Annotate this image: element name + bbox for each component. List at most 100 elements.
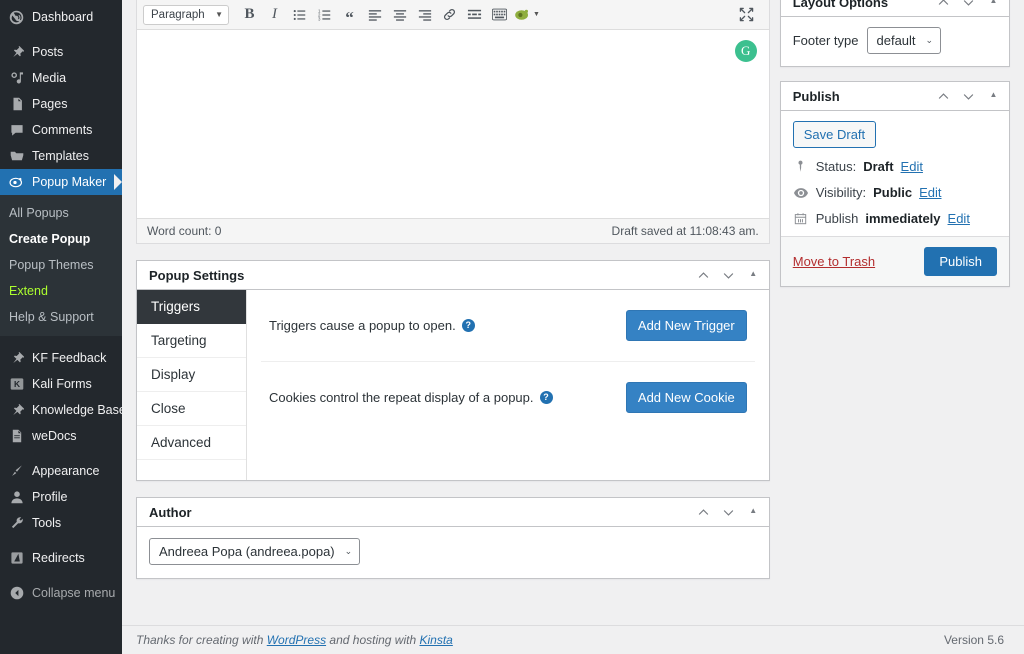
align-center-button[interactable]	[387, 4, 412, 26]
toolbar-toggle-button[interactable]	[487, 4, 512, 26]
move-up-icon[interactable]	[692, 264, 715, 287]
wrench-icon	[9, 516, 24, 531]
bold-button[interactable]: B	[237, 4, 262, 26]
tab-close[interactable]: Close	[137, 392, 246, 426]
submenu-item-create-popup[interactable]: Create Popup	[0, 226, 122, 252]
bulleted-list-button[interactable]	[287, 4, 312, 26]
tab-targeting[interactable]: Targeting	[137, 324, 246, 358]
sidebar-item-label: Kali Forms	[32, 377, 92, 391]
popup-settings-tab-panel: Triggers cause a popup to open. ? Add Ne…	[247, 290, 769, 480]
sidebar-item-popup-maker[interactable]: Popup Maker	[0, 169, 122, 195]
move-up-icon[interactable]	[692, 501, 715, 524]
sidebar-item-label: Dashboard	[32, 10, 94, 24]
blockquote-button[interactable]: “	[337, 4, 362, 26]
move-down-icon[interactable]	[717, 501, 740, 524]
submenu-item-popup-themes[interactable]: Popup Themes	[0, 252, 122, 278]
pin-icon	[9, 45, 24, 60]
editor-status-bar: Word count: 0 Draft saved at 11:08:43 am…	[137, 218, 769, 243]
submenu-item-all-popups[interactable]: All Popups	[0, 200, 122, 226]
folder-icon	[9, 149, 24, 164]
insert-link-button[interactable]	[437, 4, 462, 26]
move-down-icon[interactable]	[957, 0, 980, 14]
sidebar-item-redirects[interactable]: Redirects	[0, 545, 122, 571]
chevron-down-icon: ⌄	[344, 546, 353, 556]
panel-title: Popup Settings	[149, 267, 245, 283]
format-select-value: Paragraph	[151, 8, 205, 21]
panel-title: Author	[149, 504, 192, 520]
toggle-panel-icon[interactable]: ▲	[982, 0, 1005, 14]
sidebar-item-comments[interactable]: Comments	[0, 117, 122, 143]
visibility-edit-link[interactable]: Edit	[919, 185, 941, 200]
schedule-label: Publish	[815, 211, 859, 226]
toggle-panel-icon[interactable]: ▲	[742, 501, 765, 524]
kinsta-link[interactable]: Kinsta	[419, 633, 452, 647]
help-icon[interactable]: ?	[539, 391, 553, 404]
status-value: Draft	[863, 159, 894, 174]
panel-handle-actions: ▲	[932, 85, 1005, 108]
sidebar-item-pages[interactable]: Pages	[0, 91, 122, 117]
submenu-item-extend[interactable]: Extend	[0, 278, 122, 304]
help-icon[interactable]: ?	[461, 319, 475, 332]
status-edit-link[interactable]: Edit	[901, 159, 923, 174]
footer-type-label: Footer type	[792, 33, 859, 48]
editor-content-area[interactable]: G	[137, 30, 769, 218]
sidebar-item-label: Pages	[32, 97, 68, 111]
popup-maker-shortcode-button[interactable]: ▼	[512, 4, 542, 26]
sidebar-item-media[interactable]: Media	[0, 65, 122, 91]
author-select[interactable]: Andreea Popa (andreea.popa) ⌄	[149, 538, 361, 565]
brush-icon	[9, 464, 24, 479]
fullscreen-button[interactable]	[734, 4, 759, 26]
chevron-down-icon: ⌄	[925, 35, 934, 45]
align-left-button[interactable]	[362, 4, 387, 26]
wordpress-link[interactable]: WordPress	[267, 633, 326, 647]
word-count: Word count: 0	[147, 224, 222, 238]
sidebar-item-posts[interactable]: Posts	[0, 39, 122, 65]
italic-button[interactable]: I	[262, 4, 287, 26]
numbered-list-button[interactable]: 123	[312, 4, 337, 26]
sidebar-item-kf-feedback[interactable]: KF Feedback	[0, 345, 122, 371]
collapse-menu-label: Collapse menu	[32, 586, 116, 600]
add-new-cookie-button[interactable]: Add New Cookie	[625, 382, 747, 413]
footer-type-select[interactable]: default ⌄	[866, 27, 942, 54]
sidebar-item-appearance[interactable]: Appearance	[0, 458, 122, 484]
admin-sidebar: Dashboard Posts Media Pages Comments Tem…	[0, 0, 122, 654]
sidebar-item-label: Posts	[32, 45, 64, 59]
sidebar-item-dashboard[interactable]: Dashboard	[0, 4, 122, 30]
move-to-trash-link[interactable]: Move to Trash	[793, 254, 875, 269]
sidebar-item-profile[interactable]: Profile	[0, 484, 122, 510]
tab-advanced[interactable]: Advanced	[137, 426, 246, 460]
collapse-icon	[9, 586, 24, 601]
admin-footer: Thanks for creating with WordPress and h…	[122, 625, 1024, 654]
publish-button[interactable]: Publish	[924, 247, 997, 276]
sidebar-item-knowledge-base[interactable]: Knowledge Base	[0, 397, 122, 423]
sidebar-item-wedocs[interactable]: weDocs	[0, 423, 122, 449]
read-more-button[interactable]	[462, 4, 487, 26]
sidebar-item-label: weDocs	[32, 429, 77, 443]
tab-triggers[interactable]: Triggers	[137, 290, 246, 324]
sidebar-item-kali-forms[interactable]: K Kali Forms	[0, 371, 122, 397]
content-wrap: Paragraph ▼ B I 123 “ ▼ G Word count: 0 …	[122, 0, 1024, 625]
status-row: Status: Draft Edit	[793, 159, 997, 174]
sidebar-item-tools[interactable]: Tools	[0, 510, 122, 536]
move-down-icon[interactable]	[957, 85, 980, 108]
format-select[interactable]: Paragraph ▼	[143, 4, 229, 25]
toggle-panel-icon[interactable]: ▲	[982, 85, 1005, 108]
sidebar-item-templates[interactable]: Templates	[0, 143, 122, 169]
wp-version: Version 5.6	[943, 633, 1004, 647]
move-up-icon[interactable]	[932, 85, 955, 108]
collapse-menu-button[interactable]: Collapse menu	[0, 580, 122, 606]
save-draft-button[interactable]: Save Draft	[792, 121, 877, 148]
align-right-button[interactable]	[412, 4, 437, 26]
sidebar-item-label: Profile	[32, 490, 68, 504]
toggle-panel-icon[interactable]: ▲	[742, 264, 765, 287]
author-header: Author ▲	[137, 498, 769, 527]
add-new-trigger-button[interactable]: Add New Trigger	[625, 310, 747, 341]
submenu-item-help-support[interactable]: Help & Support	[0, 304, 122, 330]
columns: Paragraph ▼ B I 123 “ ▼ G Word count: 0 …	[136, 0, 1010, 579]
cookies-row: Cookies control the repeat display of a …	[261, 361, 755, 433]
move-up-icon[interactable]	[932, 0, 955, 14]
grammarly-icon[interactable]: G	[734, 40, 757, 62]
schedule-edit-link[interactable]: Edit	[948, 211, 970, 226]
tab-display[interactable]: Display	[137, 358, 246, 392]
move-down-icon[interactable]	[717, 264, 740, 287]
